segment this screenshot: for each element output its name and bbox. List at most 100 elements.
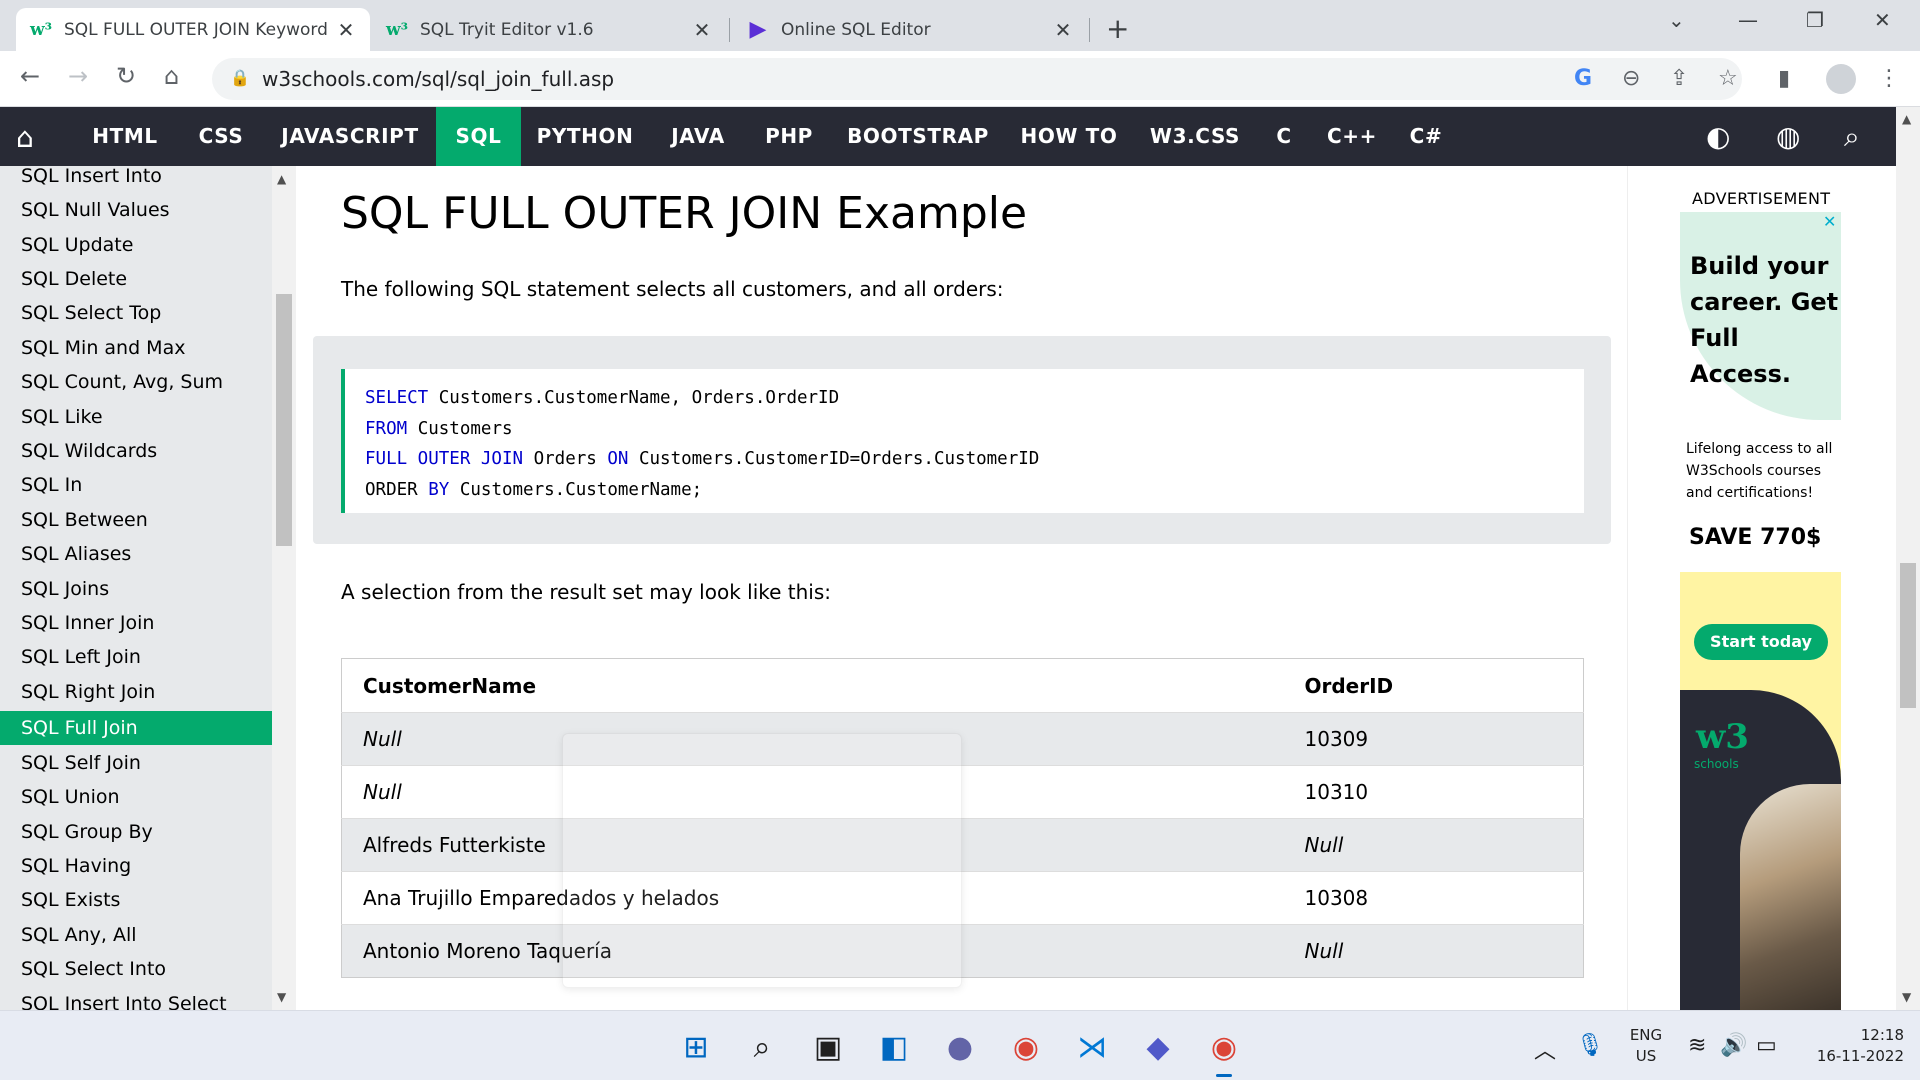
sidebar-item-sql-union[interactable]: SQL Union [0, 780, 272, 814]
sidebar-item-sql-delete[interactable]: SQL Delete [0, 262, 272, 296]
clock-date: 16-11-2022 [1816, 1047, 1904, 1065]
topnav-java[interactable]: JAVA [652, 107, 744, 166]
sidebar-item-sql-like[interactable]: SQL Like [0, 400, 272, 434]
close-icon[interactable]: ✕ [336, 18, 356, 42]
search-icon[interactable]: ⌕ [1844, 120, 1860, 154]
ad-close-icon[interactable]: ✕ [1823, 214, 1839, 230]
topnav-csharp[interactable]: C# [1394, 107, 1458, 166]
topnav-w3css[interactable]: W3.CSS [1138, 107, 1252, 166]
battery-icon[interactable]: ▭ [1756, 1033, 1777, 1058]
sidebar-item-sql-self-join[interactable]: SQL Self Join [0, 746, 272, 780]
widgets-icon[interactable]: ◧ [874, 1027, 914, 1067]
language-indicator[interactable]: ENG US [1626, 1025, 1666, 1067]
restore-icon[interactable]: ❐ [1806, 8, 1824, 32]
dark-mode-icon[interactable]: ◐ [1706, 120, 1730, 153]
sidebar-item-sql-select-top[interactable]: SQL Select Top [0, 296, 272, 330]
microphone-icon[interactable]: 🎙 [1576, 1033, 1604, 1058]
sidebar-item-sql-left-join[interactable]: SQL Left Join [0, 640, 272, 674]
sidebar-item-sql-full-join[interactable]: SQL Full Join [0, 711, 272, 745]
sidebar-item-sql-any-all[interactable]: SQL Any, All [0, 918, 272, 952]
clock[interactable]: 12:18 16-11-2022 [1800, 1025, 1904, 1067]
topnav-cpp[interactable]: C++ [1316, 107, 1388, 166]
sidebar-item-sql-insert-into-select[interactable]: SQL Insert Into Select [0, 987, 272, 1010]
topnav-bootstrap[interactable]: BOOTSTRAP [836, 107, 1000, 166]
page-scroll-up-arrow-icon[interactable]: ▲ [1902, 112, 1911, 126]
topnav-how-to[interactable]: HOW TO [1006, 107, 1132, 166]
sidebar-item-sql-min-max[interactable]: SQL Min and Max [0, 331, 272, 365]
chrome-icon[interactable]: ◉ [1006, 1027, 1046, 1067]
home-icon[interactable]: ⌂ [164, 62, 179, 90]
close-icon[interactable]: ✕ [1053, 18, 1073, 42]
forward-arrow-icon[interactable]: → [68, 62, 88, 90]
new-tab-plus-icon[interactable]: + [1106, 12, 1129, 45]
chat-icon[interactable]: ● [940, 1027, 980, 1067]
sidebar-scrollbar[interactable] [272, 166, 296, 1010]
browser-tab-sql-full-outer-join[interactable]: w³ SQL FULL OUTER JOIN Keyword ✕ [16, 8, 370, 51]
windows-start-icon[interactable]: ⊞ [676, 1027, 716, 1067]
sidebar-item-sql-right-join[interactable]: SQL Right Join [0, 675, 272, 709]
sidebar-item-sql-wildcards[interactable]: SQL Wildcards [0, 434, 272, 468]
close-icon[interactable]: ✕ [692, 18, 712, 42]
topnav-javascript[interactable]: JAVASCRIPT [268, 107, 432, 166]
chrome-active-icon[interactable]: ◉ [1204, 1027, 1244, 1077]
bookmark-star-icon[interactable]: ☆ [1718, 66, 1738, 91]
table-row: Antonio Moreno Taquería Null [341, 924, 1584, 978]
show-hidden-icons-chevron-icon[interactable]: ︿ [1534, 1033, 1556, 1065]
ad-start-today-button[interactable]: Start today [1694, 624, 1828, 660]
sidebar-item-sql-null-values[interactable]: SQL Null Values [0, 193, 272, 227]
url-text[interactable]: w3schools.com/sql/sql_join_full.asp [262, 67, 614, 91]
sidebar-item-sql-exists[interactable]: SQL Exists [0, 883, 272, 917]
share-icon[interactable]: ⇪ [1670, 66, 1688, 91]
browser-tab-online-sql-editor[interactable]: ▶ Online SQL Editor ✕ [733, 8, 1087, 51]
scroll-up-arrow-icon[interactable]: ▲ [277, 172, 286, 186]
ad-save-text: SAVE 770$ [1689, 525, 1822, 550]
topnav-c[interactable]: C [1258, 107, 1310, 166]
sidebar-item-sql-in[interactable]: SQL In [0, 468, 272, 502]
teams-icon[interactable]: ◆ [1138, 1027, 1178, 1067]
page-scroll-down-arrow-icon[interactable]: ▼ [1902, 990, 1911, 1004]
volume-icon[interactable]: 🔊 [1720, 1033, 1747, 1058]
sidebar-item-sql-aliases[interactable]: SQL Aliases [0, 537, 272, 571]
sidebar-scrollbar-thumb[interactable] [276, 294, 292, 546]
minimize-icon[interactable]: — [1738, 8, 1758, 32]
sidebar-item-sql-joins[interactable]: SQL Joins [0, 572, 272, 606]
browser-tab-tryit-editor[interactable]: w³ SQL Tryit Editor v1.6 ✕ [372, 8, 726, 51]
zoom-icon[interactable]: ⊖ [1622, 66, 1640, 91]
home-icon[interactable]: ⌂ [16, 121, 34, 154]
back-arrow-icon[interactable]: ← [20, 62, 40, 90]
topnav-python[interactable]: PYTHON [524, 107, 646, 166]
menu-kebab-icon[interactable]: ⋮ [1878, 66, 1900, 91]
table-cell: 10309 [1291, 712, 1584, 766]
topnav-css[interactable]: CSS [180, 107, 262, 166]
sidebar-item-sql-inner-join[interactable]: SQL Inner Join [0, 606, 272, 640]
advertisement[interactable]: ✕ Build your career. Get Full Access. Li… [1680, 212, 1841, 1010]
sidebar-item-sql-having[interactable]: SQL Having [0, 849, 272, 883]
topnav-php[interactable]: PHP [748, 107, 830, 166]
sidebar-item-sql-update[interactable]: SQL Update [0, 228, 272, 262]
scroll-down-arrow-icon[interactable]: ▼ [277, 990, 286, 1004]
side-panel-icon[interactable]: ▮ [1778, 66, 1790, 91]
sidebar-item-sql-insert-into[interactable]: SQL Insert Into [0, 166, 272, 193]
page-scrollbar[interactable] [1896, 107, 1920, 1010]
google-lens-icon[interactable]: G [1574, 66, 1592, 91]
task-view-icon[interactable]: ▣ [808, 1027, 848, 1067]
topnav-sql[interactable]: SQL [436, 107, 521, 166]
search-icon[interactable]: ⌕ [742, 1027, 782, 1067]
reload-icon[interactable]: ↻ [116, 62, 136, 90]
sidebar-item-sql-between[interactable]: SQL Between [0, 503, 272, 537]
address-bar[interactable]: 🔒 w3schools.com/sql/sql_join_full.asp G … [212, 58, 1742, 100]
profile-avatar[interactable] [1826, 64, 1856, 94]
window-close-icon[interactable]: ✕ [1874, 8, 1891, 32]
wifi-icon[interactable]: ≋ [1688, 1033, 1706, 1058]
tab-search-chevron-down-icon[interactable]: ⌄ [1668, 8, 1685, 32]
lock-icon[interactable]: 🔒 [230, 68, 250, 87]
sidebar-item-sql-count-avg-sum[interactable]: SQL Count, Avg, Sum [0, 365, 272, 399]
code-line-1: SELECT Customers.CustomerName, Orders.Or… [365, 383, 1584, 414]
sidebar-item-sql-group-by[interactable]: SQL Group By [0, 815, 272, 849]
globe-icon[interactable]: ◍ [1776, 120, 1800, 153]
vscode-icon[interactable]: ⋊ [1072, 1027, 1112, 1067]
topnav-html[interactable]: HTML [76, 107, 174, 166]
sidebar-item-sql-select-into[interactable]: SQL Select Into [0, 952, 272, 986]
table-cell: 10308 [1291, 871, 1584, 925]
page-scrollbar-thumb[interactable] [1900, 563, 1916, 708]
